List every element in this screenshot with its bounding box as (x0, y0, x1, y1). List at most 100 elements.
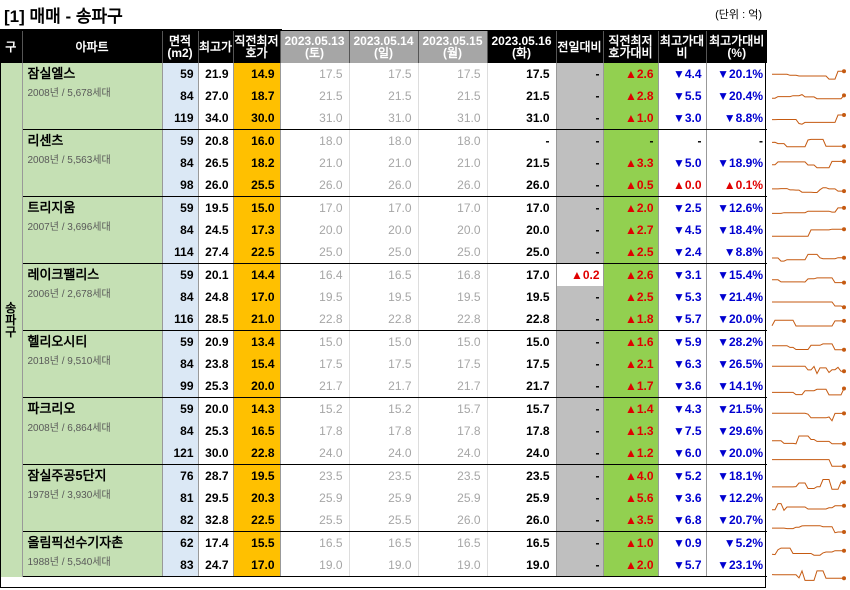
vs-low-cell: ▲2.6 (603, 263, 659, 286)
max-price-cell: 28.5 (198, 308, 234, 331)
vs-low-cell: ▲1.0 (603, 107, 659, 130)
area-cell: 81 (162, 487, 199, 509)
area-cell: 84 (162, 353, 199, 375)
price-day-1: 23.5 (280, 464, 350, 487)
sparkline (772, 301, 845, 308)
vs-low-cell: ▲1.0 (603, 531, 659, 554)
sparkline-endpoint (842, 347, 846, 352)
area-cell: 83 (162, 554, 199, 577)
vs-max-pct-cell: ▼20.0% (706, 442, 767, 465)
daily-change-cell: - (556, 219, 604, 241)
prev-low-cell: 14.4 (233, 263, 281, 286)
vs-max-pct-cell: ▼5.2% (723, 536, 763, 550)
price-today: 17.0 (487, 263, 557, 286)
daily-change-cell: - (556, 129, 604, 152)
price-day-2: 17.5 (349, 353, 419, 375)
daily-change-cell: - (556, 531, 604, 554)
sparkline-endpoint (842, 548, 846, 553)
area-cell: 59 (162, 330, 199, 353)
vs-max-cell: ▼5.5 (658, 85, 707, 107)
apartment-info: 1978년 / 3,930세대 (27, 490, 111, 501)
price-day-3: 15.7 (418, 397, 488, 420)
price-day-1: 21.5 (280, 85, 350, 107)
vs-low-cell: - (603, 129, 659, 152)
daily-change-cell: - (556, 152, 604, 174)
area-cell: 62 (162, 531, 199, 554)
prev-low-cell: 15.0 (233, 196, 281, 219)
vs-max-pct-cell: ▼18.1% (717, 469, 763, 483)
vs-max-pct-cell: ▼8.8% (706, 107, 767, 130)
vs-max-pct-cell: ▼12.6% (717, 201, 763, 215)
vs-max-cell: ▼2.5 (658, 196, 707, 219)
vs-max-cell: - (658, 129, 707, 152)
prev-low-cell: 22.5 (233, 241, 281, 264)
apartment-info: 2008년 / 6,864세대 (27, 423, 111, 434)
sparkline (772, 253, 844, 262)
apartment-cell: 잠실주공5단지 1978년 / 3,930세대 (22, 464, 163, 532)
max-price-cell: 27.0 (198, 85, 234, 107)
daily-change-cell: - (556, 464, 604, 487)
price-today: 17.5 (487, 353, 557, 375)
apartment-name: 헬리오시티 (27, 334, 88, 349)
daily-change-cell: - (556, 509, 604, 532)
apartment-name: 잠실주공5단지 (27, 468, 107, 483)
header-gu: 구 (0, 30, 22, 63)
price-day-2: 25.0 (349, 241, 419, 264)
vs-max-pct-cell: ▼20.4% (717, 89, 763, 103)
sparkline-endpoint (842, 305, 846, 310)
header-vs: 직전최저 호가대비 (602, 30, 658, 63)
price-today: 15.0 (487, 330, 557, 353)
apartment-info: 2008년 / 5,563세대 (27, 155, 111, 166)
sparkline (772, 459, 844, 467)
price-day-1: 17.8 (280, 420, 350, 442)
price-day-3: 25.9 (418, 487, 488, 509)
sparkline-endpoint (842, 318, 846, 323)
price-day-1: 21.7 (280, 375, 350, 398)
sparkline (772, 343, 844, 351)
price-day-3: 19.5 (418, 286, 488, 308)
daily-change-cell: - (556, 330, 604, 353)
sparkline (772, 435, 844, 445)
vs-low-cell: ▲2.7 (603, 219, 659, 241)
vs-low-cell: ▲1.4 (603, 397, 659, 420)
apartment-cell: 올림픽선수기자촌 1988년 / 5,540세대 (22, 531, 163, 577)
daily-change-cell: - (556, 174, 604, 197)
daily-change-cell: - (556, 375, 604, 398)
price-day-3: 17.0 (418, 196, 488, 219)
price-today: 25.0 (487, 241, 557, 264)
max-price-cell: 27.4 (198, 241, 234, 264)
sparkline-endpoint (842, 205, 846, 210)
sparkline (772, 412, 844, 422)
max-price-cell: 34.0 (198, 107, 234, 130)
vs-low-cell: ▲1.8 (603, 308, 659, 331)
price-day-2: 16.5 (349, 263, 419, 286)
apartment-cell: 레이크팰리스 2006년 / 2,678세대 (22, 263, 163, 331)
daily-change-cell: - (556, 442, 604, 465)
sparkline-endpoint (842, 576, 846, 581)
price-day-3: 19.0 (418, 554, 488, 577)
sparkline (772, 503, 844, 512)
unit-label: (단위 : 억) (715, 9, 762, 21)
header-maxd: 최고가대 비 (657, 30, 706, 63)
sparkline (771, 569, 844, 581)
prev-low-cell: 16.0 (233, 129, 281, 152)
area-cell: 59 (162, 397, 199, 420)
vs-low-cell: ▲1.7 (603, 375, 659, 398)
vs-max-cell: ▼4.3 (658, 397, 707, 420)
daily-change-cell: - (556, 308, 604, 331)
sparkline (772, 187, 844, 193)
vs-low-cell: ▲2.0 (603, 554, 659, 577)
vs-max-pct-cell: ▼26.5% (717, 357, 763, 371)
table-row: 헬리오시티 2018년 / 9,510세대 59 20.9 13.4 15.0 15.0 15… (0, 330, 767, 398)
sparkline (772, 228, 844, 237)
apartment-info: 2018년 / 9,510세대 (27, 356, 111, 367)
area-cell: 116 (162, 308, 199, 331)
header-row: 구 아파트 면적 (m2) 최고가 직전최저 호가 2023.05.13 (토) 20… (0, 30, 767, 63)
price-day-1: 15.0 (280, 330, 350, 353)
price-day-2: 17.5 (349, 63, 419, 85)
price-day-2: 17.0 (349, 196, 419, 219)
prev-low-cell: 18.2 (233, 152, 281, 174)
prev-low-cell: 25.5 (233, 174, 281, 197)
prev-low-cell: 13.4 (233, 330, 281, 353)
vs-max-cell: ▼5.2 (658, 464, 707, 487)
